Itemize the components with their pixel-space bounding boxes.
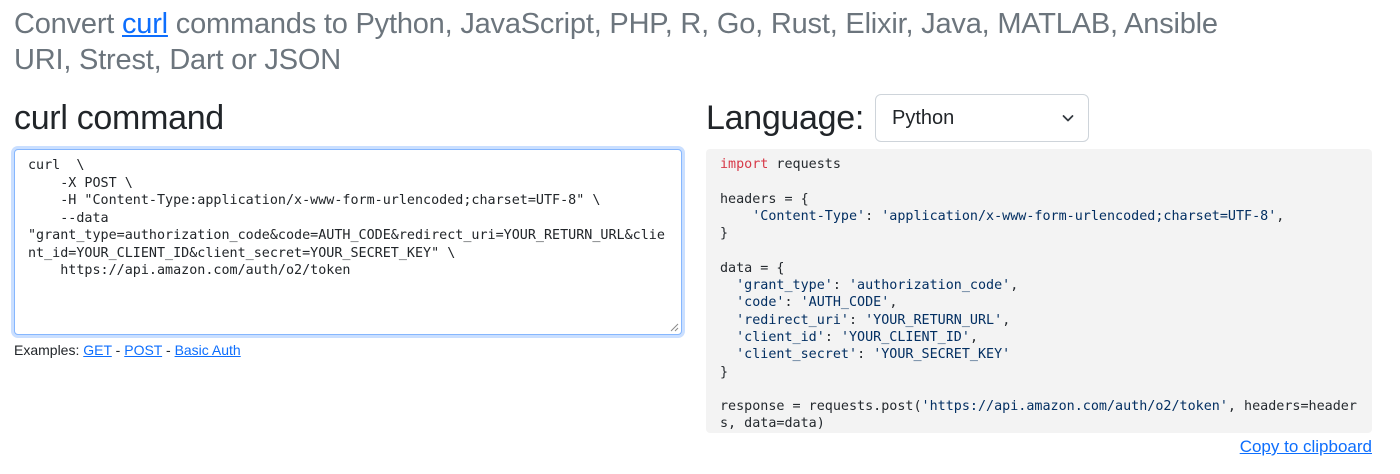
chevron-down-icon bbox=[1062, 115, 1074, 122]
code-string: 'application/x-www-form-urlencoded;chars… bbox=[881, 208, 1277, 224]
code-string: 'https://api.amazon.com/auth/o2/token' bbox=[921, 399, 1228, 415]
example-basic-auth-link[interactable]: Basic Auth bbox=[175, 342, 241, 358]
code-text: requests bbox=[768, 157, 841, 172]
curl-link[interactable]: curl bbox=[122, 8, 168, 40]
examples-separator: - bbox=[111, 342, 125, 358]
code-string: 'client_secret' bbox=[736, 347, 858, 363]
code-text: response = requests.post( bbox=[720, 399, 922, 415]
curl-command-title: curl command bbox=[14, 99, 224, 137]
code-string: 'code' bbox=[736, 295, 785, 311]
example-get-link[interactable]: GET bbox=[83, 342, 112, 358]
examples-row: Examples: GET - POST - Basic Auth bbox=[14, 341, 241, 359]
headline-prefix: Convert bbox=[14, 8, 122, 40]
code-text: } bbox=[720, 364, 729, 380]
code-output: import requests headers = { 'Content-Typ… bbox=[706, 149, 1372, 433]
page-headline: Convert curl commands to Python, JavaScr… bbox=[14, 6, 1274, 78]
resize-grip-icon[interactable] bbox=[670, 323, 679, 332]
examples-label: Examples: bbox=[14, 342, 84, 358]
language-select[interactable]: Python bbox=[875, 94, 1089, 142]
copy-to-clipboard-link[interactable]: Copy to clipboard bbox=[1240, 436, 1372, 458]
curl-command-input[interactable]: curl \ -X POST \ -H "Content-Type:applic… bbox=[14, 149, 682, 335]
code-text: headers = { bbox=[720, 191, 809, 207]
language-title: Language: bbox=[706, 99, 865, 137]
code-string: 'client_id' bbox=[736, 329, 825, 345]
code-text: } bbox=[720, 226, 729, 242]
code-string: 'Content-Type' bbox=[752, 208, 866, 224]
code-keyword: import bbox=[720, 157, 769, 172]
code-string: 'grant_type' bbox=[736, 278, 833, 294]
code-string: 'YOUR_SECRET_KEY' bbox=[873, 347, 1011, 363]
code-string: 'YOUR_RETURN_URL' bbox=[865, 312, 1003, 328]
curlconverter-page: Convert curl commands to Python, JavaScr… bbox=[0, 0, 1400, 474]
example-post-link[interactable]: POST bbox=[124, 342, 162, 358]
code-text: data = { bbox=[720, 260, 785, 276]
language-selected-value: Python bbox=[892, 106, 955, 129]
code-string: 'AUTH_CODE' bbox=[800, 295, 890, 311]
code-string: 'YOUR_CLIENT_ID' bbox=[840, 329, 970, 345]
headline-suffix: commands to Python, JavaScript, PHP, R, … bbox=[14, 8, 1218, 76]
examples-separator: - bbox=[162, 342, 175, 358]
code-string: 'redirect_uri' bbox=[736, 312, 849, 328]
code-string: 'authorization_code' bbox=[849, 278, 1011, 294]
